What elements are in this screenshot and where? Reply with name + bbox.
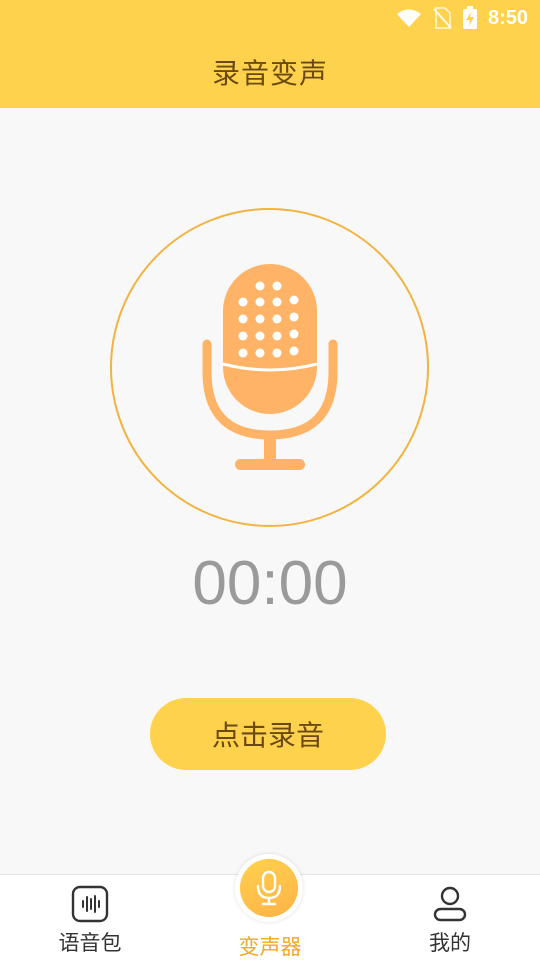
nav-label-voice-pack: 语音包 <box>58 931 122 955</box>
voice-pack-icon <box>71 885 109 923</box>
microphone-icon <box>202 264 338 470</box>
voice-changer-fab[interactable] <box>235 854 303 922</box>
no-sim-icon <box>433 7 452 29</box>
status-time: 8:50 <box>487 6 528 29</box>
record-button-label: 点击录音 <box>211 719 324 752</box>
record-button[interactable]: 点击录音 <box>150 698 386 770</box>
voice-changer-fab-inner <box>240 859 298 917</box>
nav-item-voice-pack[interactable]: 语音包 <box>0 875 180 960</box>
status-bar: 8:50 <box>0 0 540 36</box>
user-icon <box>431 885 469 923</box>
nav-label-voice-changer: 变声器 <box>238 935 302 959</box>
microphone-icon <box>256 870 282 906</box>
page-title: 录音变声 <box>211 57 328 90</box>
recording-timer: 00:00 <box>192 549 348 618</box>
status-icons: 8:50 <box>396 6 528 30</box>
app-bar: 录音变声 <box>0 36 540 108</box>
nav-label-mine: 我的 <box>429 931 471 955</box>
nav-item-mine[interactable]: 我的 <box>360 875 540 960</box>
wifi-icon <box>396 9 421 27</box>
battery-charging-icon <box>462 6 477 29</box>
